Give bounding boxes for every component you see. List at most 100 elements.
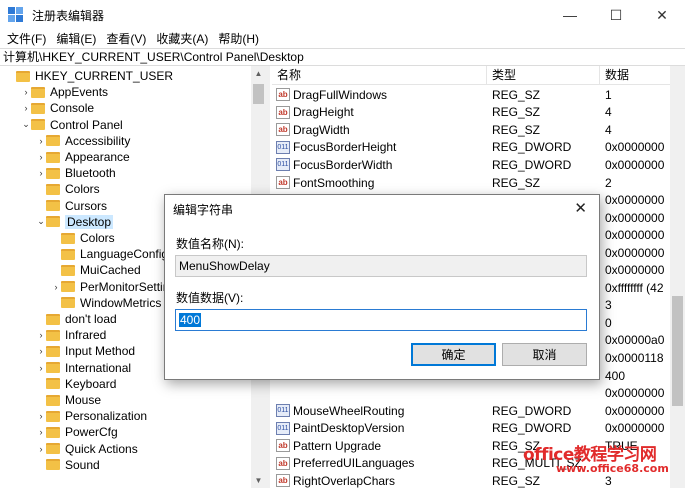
value-data-selected-text: 400 bbox=[179, 313, 202, 327]
chevron-right-icon[interactable]: › bbox=[21, 84, 31, 100]
tree-item[interactable]: › Bluetooth bbox=[36, 165, 116, 181]
tree-item-label: LanguageConfigu bbox=[80, 247, 175, 262]
chevron-right-icon[interactable]: › bbox=[36, 165, 46, 181]
chevron-right-icon[interactable]: › bbox=[36, 327, 46, 343]
column-name-header[interactable]: 名称 bbox=[272, 66, 487, 84]
folder-icon bbox=[46, 200, 60, 212]
tree-item[interactable]: › Input Method bbox=[36, 343, 136, 359]
tree-item[interactable]: Keyboard bbox=[36, 376, 116, 392]
chevron-right-icon[interactable]: › bbox=[36, 424, 46, 440]
string-value-icon: ab bbox=[276, 105, 290, 119]
value-row[interactable]: 011 PaintDesktopVersion REG_DWORD 0x0000000 bbox=[272, 419, 685, 437]
tree-item-label: Console bbox=[50, 101, 95, 116]
tree-item-label: Colors bbox=[80, 231, 115, 245]
value-data-input[interactable]: 400 bbox=[175, 309, 587, 331]
value-type: REG_SZ bbox=[492, 473, 541, 488]
tree-item[interactable]: Cursors bbox=[36, 198, 107, 214]
chevron-down-icon[interactable]: ⌄ bbox=[36, 214, 46, 230]
ok-button[interactable]: 确定 bbox=[411, 343, 496, 366]
chevron-right-icon[interactable]: › bbox=[36, 149, 46, 165]
menu-file[interactable]: 文件(F) bbox=[2, 30, 51, 47]
value-row[interactable]: 0x0000000 bbox=[272, 384, 685, 402]
chevron-right-icon[interactable]: › bbox=[36, 343, 46, 359]
folder-icon bbox=[61, 248, 75, 260]
tree-item[interactable]: MuiCached bbox=[51, 262, 141, 278]
folder-icon bbox=[46, 167, 60, 179]
tree-item[interactable]: › Appearance bbox=[36, 149, 130, 165]
tree-item[interactable]: WindowMetrics bbox=[51, 295, 161, 311]
tree-item[interactable]: HKEY_CURRENT_USER bbox=[6, 68, 173, 84]
menu-help[interactable]: 帮助(H) bbox=[213, 30, 264, 47]
tree-item[interactable]: don't load bbox=[36, 311, 117, 327]
tree-item[interactable]: › Infrared bbox=[36, 327, 107, 343]
tree-item[interactable]: LanguageConfigu bbox=[51, 246, 175, 262]
tree-item[interactable]: Colors bbox=[51, 230, 115, 246]
folder-icon bbox=[46, 183, 60, 195]
chevron-right-icon[interactable]: › bbox=[36, 360, 46, 376]
tree-item[interactable]: Sound bbox=[36, 457, 100, 473]
close-button[interactable]: ✕ bbox=[639, 0, 685, 30]
value-data-label: 数值数据(V): bbox=[176, 291, 244, 305]
tree-item-label: Colors bbox=[65, 182, 100, 197]
tree-item-label: Personalization bbox=[65, 409, 148, 424]
folder-icon bbox=[46, 135, 60, 147]
address-bar[interactable]: 计算机\HKEY_CURRENT_USER\Control Panel\Desk… bbox=[0, 48, 685, 66]
chevron-right-icon[interactable]: › bbox=[36, 133, 46, 149]
binary-value-icon: 011 bbox=[276, 140, 290, 154]
cancel-button[interactable]: 取消 bbox=[502, 343, 587, 366]
tree-item-label: Mouse bbox=[65, 393, 102, 407]
column-type-header[interactable]: 类型 bbox=[487, 66, 600, 84]
value-row[interactable]: 011 MouseWheelRouting REG_DWORD 0x0000000 bbox=[272, 402, 685, 420]
menu-view[interactable]: 查看(V) bbox=[101, 30, 151, 47]
menu-bar: 文件(F) 编辑(E) 查看(V) 收藏夹(A) 帮助(H) bbox=[0, 29, 685, 47]
value-row[interactable]: ab DragWidth REG_SZ 4 bbox=[272, 121, 685, 139]
tree-item[interactable]: › Personalization bbox=[36, 408, 148, 424]
chevron-right-icon[interactable]: › bbox=[51, 279, 61, 295]
scroll-up-icon[interactable]: ▲ bbox=[251, 66, 266, 81]
value-row[interactable]: ab FontSmoothing REG_SZ 2 bbox=[272, 174, 685, 192]
tree-item-label: PowerCfg bbox=[65, 425, 118, 440]
folder-icon bbox=[46, 216, 60, 228]
tree-item[interactable]: Mouse bbox=[36, 392, 101, 408]
no-expander bbox=[51, 295, 61, 311]
minimize-button[interactable]: — bbox=[547, 0, 593, 30]
tree-item[interactable]: › PerMonitorSetting bbox=[51, 279, 177, 295]
value-row[interactable]: 011 FocusBorderHeight REG_DWORD 0x0000000 bbox=[272, 139, 685, 157]
menu-favorites[interactable]: 收藏夹(A) bbox=[151, 30, 213, 47]
tree-item[interactable]: › Accessibility bbox=[36, 133, 131, 149]
tree-item[interactable]: ⌄ Control Panel bbox=[21, 117, 123, 133]
value-row[interactable]: ab DragFullWindows REG_SZ 1 bbox=[272, 86, 685, 104]
tree-item[interactable]: Colors bbox=[36, 181, 100, 197]
tree-item[interactable]: ⌄ Desktop bbox=[36, 214, 114, 230]
scroll-down-icon[interactable]: ▼ bbox=[251, 473, 266, 488]
tree-item-label: Input Method bbox=[65, 344, 136, 359]
tree-scroll-thumb[interactable] bbox=[253, 84, 264, 104]
folder-icon bbox=[46, 313, 60, 325]
tree-item-label: International bbox=[65, 360, 132, 375]
dialog-close-button[interactable]: ✕ bbox=[574, 199, 587, 217]
no-expander bbox=[6, 68, 16, 84]
no-expander bbox=[36, 198, 46, 214]
tree-item[interactable]: › PowerCfg bbox=[36, 424, 118, 440]
tree-item[interactable]: › Quick Actions bbox=[36, 441, 138, 457]
value-row[interactable]: 011 FocusBorderWidth REG_DWORD 0x0000000 bbox=[272, 156, 685, 174]
string-value-icon: ab bbox=[276, 439, 290, 453]
tree-item[interactable]: › Console bbox=[21, 100, 95, 116]
value-row[interactable]: ab DragHeight REG_SZ 4 bbox=[272, 104, 685, 122]
chevron-right-icon[interactable]: › bbox=[21, 100, 31, 116]
list-scrollbar[interactable] bbox=[670, 66, 685, 488]
value-name: DragHeight bbox=[293, 105, 354, 120]
list-scroll-thumb[interactable] bbox=[672, 296, 683, 406]
maximize-button[interactable]: ☐ bbox=[593, 0, 639, 30]
tree-item[interactable]: › AppEvents bbox=[21, 84, 109, 100]
no-expander bbox=[51, 230, 61, 246]
chevron-right-icon[interactable]: › bbox=[36, 408, 46, 424]
folder-icon bbox=[46, 426, 60, 438]
tree-item[interactable]: › International bbox=[36, 360, 132, 376]
menu-edit[interactable]: 编辑(E) bbox=[51, 30, 101, 47]
string-value-icon: ab bbox=[276, 88, 290, 102]
chevron-down-icon[interactable]: ⌄ bbox=[21, 117, 31, 133]
no-expander bbox=[36, 392, 46, 408]
chevron-right-icon[interactable]: › bbox=[36, 441, 46, 457]
edit-string-dialog: 编辑字符串 ✕ 数值名称(N): MenuShowDelay 数值数据(V): … bbox=[164, 194, 600, 380]
